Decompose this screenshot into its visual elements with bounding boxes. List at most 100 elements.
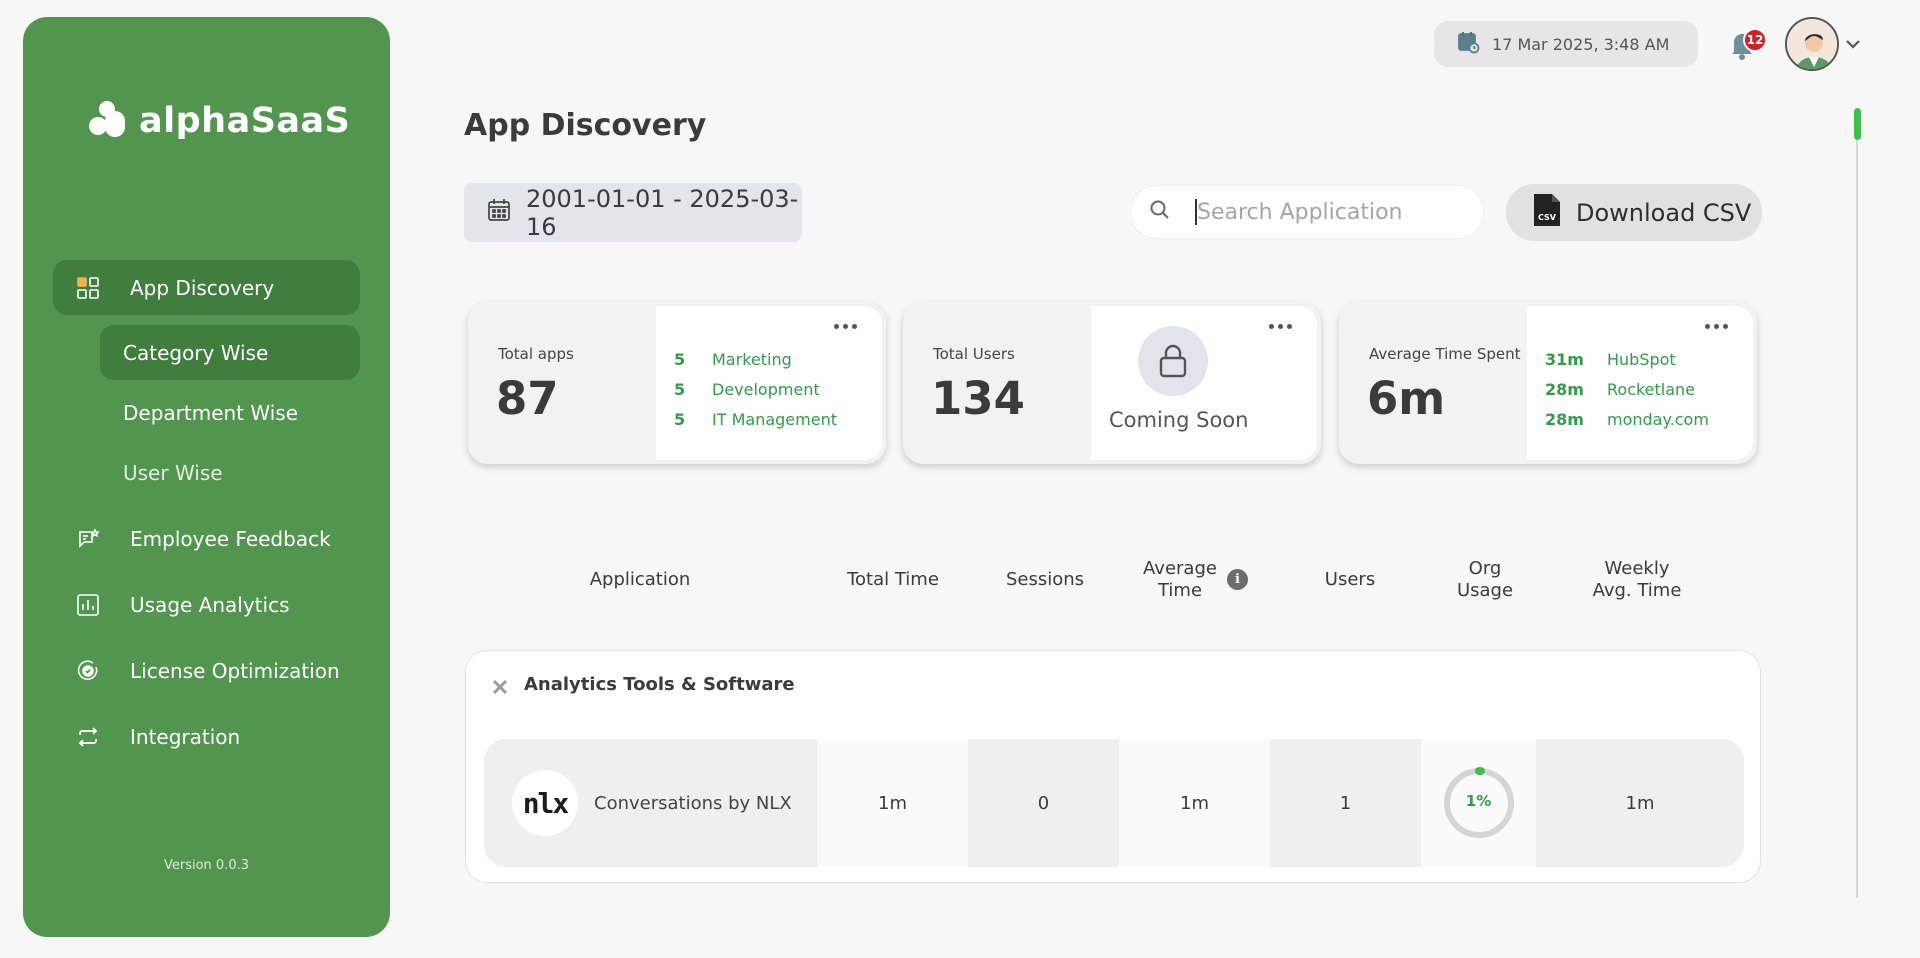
column-header-org-usage[interactable]: Org Usage — [1435, 558, 1535, 602]
sidebar-subitem-user-wise[interactable]: User Wise — [100, 445, 360, 500]
category-title: Analytics Tools & Software — [524, 674, 795, 695]
version-label: Version 0.0.3 — [163, 858, 249, 873]
item-time: 31m — [1545, 349, 1584, 369]
date-range-text: 2001-01-01 - 2025-03-16 — [526, 184, 799, 241]
sidebar-item-app-discovery[interactable]: App Discovery — [53, 260, 360, 315]
header-line: Time — [1157, 580, 1203, 601]
org-usage-value: 1% — [1465, 792, 1492, 810]
list-item: 28m monday.com — [1545, 404, 1709, 434]
chevron-down-icon[interactable] — [1842, 33, 1864, 55]
page-title: App Discovery — [464, 108, 707, 143]
item-count: 5 — [674, 379, 686, 399]
download-csv-button[interactable]: CSV Download CSV — [1506, 184, 1762, 241]
sidebar-subitem-department-wise[interactable]: Department Wise — [100, 385, 360, 440]
cell-users: 1 — [1339, 792, 1352, 814]
cell-sessions: 0 — [1037, 792, 1050, 814]
more-options-icon[interactable] — [1269, 324, 1295, 330]
header-line: Avg. Time — [1592, 580, 1682, 601]
sidebar-item-usage-analytics[interactable]: Usage Analytics — [53, 577, 360, 632]
sidebar-item-employee-feedback[interactable]: Employee Feedback — [53, 511, 360, 566]
stat-label: Average Time Spent — [1369, 345, 1521, 363]
stat-value: 134 — [931, 372, 1025, 425]
calendar-clock-icon — [1456, 30, 1480, 58]
feedback-icon — [75, 526, 101, 552]
column-header-total-time[interactable]: Total Time — [833, 569, 953, 591]
table-row[interactable]: nlx Conversations by NLX 1m 0 1m 1 1% 1m — [484, 739, 1744, 867]
column-header-sessions[interactable]: Sessions — [990, 569, 1100, 591]
column-header-weekly-avg-time[interactable]: Weekly Avg. Time — [1577, 558, 1697, 602]
current-datetime: 17 Mar 2025, 3:48 AM — [1434, 21, 1698, 67]
column-header-application[interactable]: Application — [560, 569, 720, 591]
info-icon[interactable]: i — [1227, 569, 1248, 590]
scrollbar-thumb[interactable] — [1854, 108, 1861, 140]
cell-org-usage: 1% — [1421, 739, 1536, 867]
category-group: Analytics Tools & Software nlx Conversat… — [465, 650, 1761, 883]
csv-file-icon: CSV — [1532, 192, 1562, 234]
cell-weekly-avg-time: 1m — [1625, 792, 1655, 814]
item-name: Development — [712, 379, 820, 399]
date-range-picker[interactable]: 2001-01-01 - 2025-03-16 — [464, 183, 802, 242]
sidebar-item-label: Usage Analytics — [130, 592, 290, 617]
stat-value: 87 — [496, 372, 559, 425]
sidebar-item-license-optimization[interactable]: License Optimization — [53, 643, 360, 698]
alphasaas-logo-icon — [89, 101, 129, 141]
user-avatar[interactable] — [1785, 17, 1839, 71]
more-options-icon[interactable] — [1705, 324, 1731, 330]
list-item: 31m HubSpot — [1545, 344, 1709, 374]
grid-icon — [75, 275, 101, 301]
brand-name: alphaSaaS — [139, 101, 351, 141]
sidebar-item-label: App Discovery — [130, 275, 275, 300]
search-box[interactable] — [1130, 185, 1484, 239]
item-name: monday.com — [1607, 409, 1709, 429]
coming-soon-label: Coming Soon — [1109, 408, 1249, 432]
list-item: 5 IT Management — [674, 404, 837, 434]
calendar-icon — [486, 197, 512, 229]
header-line: Org — [1468, 558, 1502, 579]
column-header-users[interactable]: Users — [1300, 569, 1400, 591]
sidebar-item-integration[interactable]: Integration — [53, 709, 360, 764]
top-apps-list: 31m HubSpot 28m Rocketlane 28m monday.co… — [1545, 344, 1709, 434]
cell-total-time: 1m — [817, 739, 968, 867]
sidebar: alphaSaaS App Discovery Category Wise De… — [23, 17, 390, 937]
more-options-icon[interactable] — [834, 324, 860, 330]
badge-check-icon — [75, 658, 101, 684]
top-categories-list: 5 Marketing 5 Development 5 IT Managemen… — [674, 344, 837, 434]
datetime-text: 17 Mar 2025, 3:48 AM — [1492, 34, 1670, 54]
stat-value: 6m — [1367, 372, 1446, 425]
total-users-card: Total Users 134 Coming Soon — [903, 302, 1321, 464]
sidebar-item-label: Integration — [130, 724, 241, 749]
brand-logo[interactable]: alphaSaaS — [89, 101, 350, 141]
item-time: 28m — [1545, 409, 1584, 429]
item-name: IT Management — [712, 409, 837, 429]
search-input[interactable] — [1197, 199, 1457, 225]
item-name: Marketing — [712, 349, 792, 369]
stat-label: Total apps — [498, 345, 574, 363]
list-item: 5 Marketing — [674, 344, 837, 374]
average-time-card: Average Time Spent 6m 31m HubSpot 28m Ro… — [1339, 302, 1757, 464]
list-item: 28m Rocketlane — [1545, 374, 1709, 404]
notification-count-badge: 12 — [1743, 28, 1767, 52]
close-icon[interactable] — [492, 679, 508, 695]
sidebar-item-label: License Optimization — [130, 658, 340, 683]
item-time: 28m — [1545, 379, 1584, 399]
stat-label: Total Users — [933, 345, 1015, 363]
item-name: Rocketlane — [1607, 379, 1696, 399]
cell-average-time: 1m — [1119, 739, 1270, 867]
list-item: 5 Development — [674, 374, 837, 404]
bar-chart-icon — [75, 592, 101, 618]
sidebar-subitem-category-wise[interactable]: Category Wise — [100, 325, 360, 380]
item-name: HubSpot — [1607, 349, 1676, 369]
lock-icon — [1138, 326, 1208, 396]
header-line: Average — [1143, 558, 1217, 579]
item-count: 5 — [674, 349, 686, 369]
download-csv-label: Download CSV — [1576, 198, 1752, 227]
scrollbar-track[interactable] — [1856, 108, 1858, 898]
csv-icon-text: CSV — [1538, 213, 1557, 222]
nlx-logo-icon: nlx — [512, 770, 578, 836]
sidebar-item-label: Employee Feedback — [130, 526, 331, 551]
total-apps-card: Total apps 87 5 Marketing 5 Development … — [468, 302, 886, 464]
sync-icon — [75, 724, 101, 750]
search-icon — [1149, 199, 1171, 225]
item-count: 5 — [674, 409, 686, 429]
column-header-average-time[interactable]: Average Time — [1125, 558, 1235, 602]
